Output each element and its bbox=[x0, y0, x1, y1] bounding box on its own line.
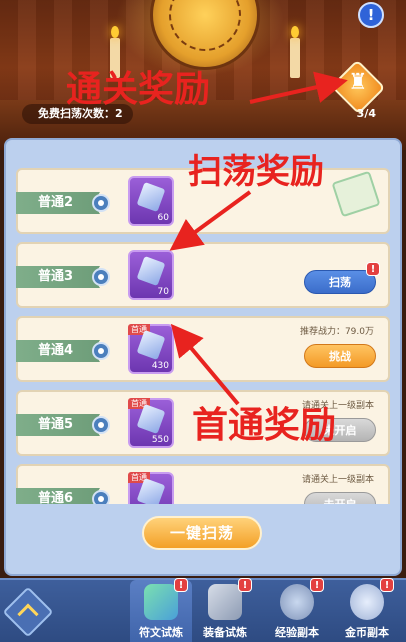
tab-equipment-trial[interactable]: ! 装备试炼 bbox=[194, 578, 256, 642]
tab-rune-trial[interactable]: ! 符文试炼 bbox=[130, 578, 192, 642]
reward-qty: 550 bbox=[151, 435, 169, 445]
level-list[interactable]: 普通2 60 普通3 70 扫荡 ! 普通4 首通 430 推荐战力：79.0万… bbox=[16, 146, 390, 504]
tab-exp-dungeon[interactable]: ! 经验副本 bbox=[266, 578, 328, 642]
crystal-icon bbox=[136, 181, 166, 213]
cleared-stamp-icon bbox=[331, 170, 381, 218]
eye-icon[interactable] bbox=[92, 194, 110, 212]
alert-badge: ! bbox=[366, 262, 380, 276]
tab-label: 经验副本 bbox=[275, 626, 319, 639]
tab-label: 金币副本 bbox=[345, 626, 389, 639]
level-name: 普通4 bbox=[16, 340, 100, 362]
reward-item[interactable]: 60 bbox=[128, 176, 174, 226]
reward-item[interactable]: 首通 650 bbox=[128, 472, 174, 504]
gift-icon: ♜ bbox=[348, 70, 368, 95]
level-name: 普通5 bbox=[16, 414, 100, 436]
eye-icon[interactable] bbox=[92, 490, 110, 504]
dungeon-panel: 普通2 60 普通3 70 扫荡 ! 普通4 首通 430 推荐战力：79.0万… bbox=[4, 138, 402, 576]
reward-qty: 70 bbox=[157, 287, 169, 297]
tab-label: 装备试炼 bbox=[203, 626, 247, 639]
reward-qty: 60 bbox=[157, 213, 169, 223]
challenge-button[interactable]: 挑战 bbox=[304, 344, 376, 368]
eye-icon[interactable] bbox=[92, 268, 110, 286]
eye-icon[interactable] bbox=[92, 416, 110, 434]
level-name: 普通3 bbox=[16, 266, 100, 288]
back-home-icon[interactable] bbox=[2, 586, 54, 638]
crystal-icon bbox=[136, 255, 166, 287]
reward-item[interactable]: 70 bbox=[128, 250, 174, 300]
annotation-clear-reward: 通关奖励 bbox=[66, 69, 211, 110]
sweep-button[interactable]: 扫荡 bbox=[304, 270, 376, 294]
reward-item[interactable]: 首通 550 bbox=[128, 398, 174, 448]
info-icon[interactable]: ! bbox=[358, 2, 384, 28]
level-name: 普通2 bbox=[16, 192, 100, 214]
level-row: 普通3 70 扫荡 ! bbox=[16, 242, 390, 308]
rune-icon bbox=[144, 584, 178, 620]
coin-icon bbox=[350, 584, 384, 620]
sword-icon bbox=[208, 584, 242, 620]
candle-icon bbox=[290, 26, 300, 78]
level-row: 普通4 首通 430 推荐战力：79.0万 挑战 bbox=[16, 316, 390, 382]
tab-label: 符文试炼 bbox=[139, 626, 183, 639]
recommended-power: 推荐战力：79.0万 bbox=[299, 327, 374, 337]
tab-badge: ! bbox=[238, 578, 252, 592]
unlock-hint: 请通关上一级副本 bbox=[301, 475, 374, 485]
reward-qty: 430 bbox=[151, 361, 169, 371]
annotation-first-clear-reward: 首通奖励 bbox=[192, 405, 337, 446]
level-row: 普通6 首通 650 请通关上一级副本 未开启 bbox=[16, 464, 390, 504]
potion-icon bbox=[280, 584, 314, 620]
locked-button[interactable]: 未开启 bbox=[304, 492, 376, 504]
tab-badge: ! bbox=[380, 578, 394, 592]
annotation-sweep-reward: 扫荡奖励 bbox=[188, 152, 324, 192]
tab-badge: ! bbox=[174, 578, 188, 592]
tab-gold-dungeon[interactable]: ! 金币副本 bbox=[336, 578, 398, 642]
level-name: 普通6 bbox=[16, 488, 100, 504]
clear-reward-gift-button[interactable]: ♜ bbox=[330, 59, 386, 115]
eye-icon[interactable] bbox=[92, 342, 110, 360]
reward-item[interactable]: 首通 430 bbox=[128, 324, 174, 374]
sweep-all-button[interactable]: 一键扫荡 bbox=[142, 516, 262, 550]
gift-progress: 3/4 bbox=[356, 107, 376, 120]
tab-badge: ! bbox=[310, 578, 324, 592]
bottom-tab-bar: ! 符文试炼 ! 装备试炼 ! 经验副本 ! 金币副本 bbox=[0, 578, 406, 642]
